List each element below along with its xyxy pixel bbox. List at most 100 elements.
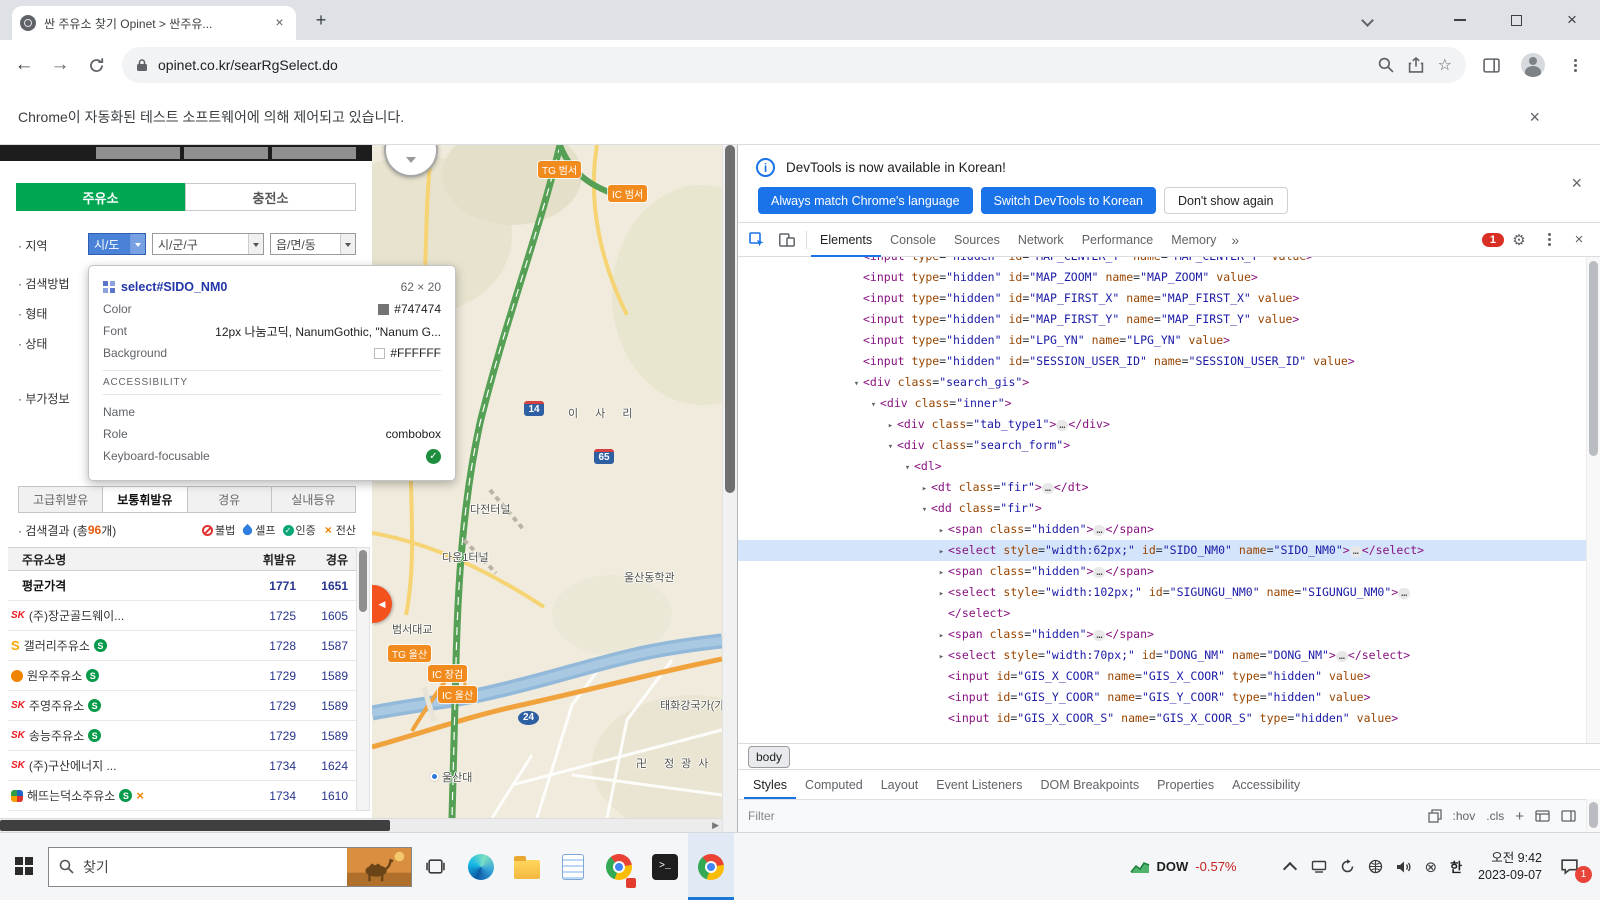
computed-panel-icon[interactable] (1535, 810, 1550, 822)
element-states-icon[interactable] (1427, 809, 1442, 823)
station-row[interactable]: SK (주)장군골드웨이... 1725 1605 (8, 601, 356, 631)
station-row[interactable]: SK 주영주유소 S 1729 1589 (8, 691, 356, 721)
dom-tree-line[interactable]: <input type="hidden" id="MAP_FIRST_Y" na… (738, 309, 1586, 330)
dom-tree-line[interactable]: ▾ <dd class="fir"> (738, 498, 1586, 519)
toggle-element-state-button[interactable]: :hov (1453, 809, 1476, 823)
infobar-close-icon[interactable]: × (1529, 107, 1540, 128)
styles-tab-accessibility[interactable]: Accessibility (1223, 770, 1309, 799)
bookmark-star-icon[interactable]: ☆ (1438, 55, 1452, 75)
dom-tree-line[interactable]: <input id="GIS_Y_COOR" name="GIS_Y_COOR"… (738, 687, 1586, 708)
window-close-button[interactable]: × (1544, 0, 1600, 40)
action-center-button[interactable]: 1 (1554, 858, 1592, 883)
devtools-scrollbar-thumb[interactable] (1589, 261, 1598, 456)
zoom-icon[interactable] (1378, 57, 1394, 73)
dom-tree-line[interactable]: ▸ <select style="width:62px;" id="SIDO_NM… (738, 540, 1586, 561)
dom-tree-line[interactable]: ▸ <select style="width:70px;" id="DONG_NM… (738, 645, 1586, 666)
more-tabs-icon[interactable]: » (1225, 232, 1245, 248)
volume-icon[interactable] (1396, 860, 1412, 874)
station-row[interactable]: SK (주)구산에너지 ... 1734 1624 (8, 751, 356, 781)
tab-charging-station[interactable]: 충전소 (185, 183, 356, 211)
sigungu-select[interactable]: 시/군/구 (152, 233, 264, 255)
dom-tree-line[interactable]: ▾ <div class="search_form"> (738, 435, 1586, 456)
new-style-rule-button[interactable]: + (1515, 808, 1524, 825)
dom-tree-line[interactable]: ▾ <div class="search_gis"> (738, 372, 1586, 393)
styles-scrollbar-thumb[interactable] (1589, 802, 1598, 828)
page-horizontal-scrollbar[interactable]: ▶ (0, 818, 722, 832)
dom-tree-line[interactable]: ▸ <span class="hidden">… </span> (738, 519, 1586, 540)
back-button[interactable]: ← (6, 47, 42, 83)
devtools-scrollbar[interactable] (1586, 257, 1600, 743)
network-icon[interactable] (1368, 859, 1383, 874)
dom-tree-line[interactable]: ▸ <select style="width:102px;" id="SIGUNG… (738, 582, 1586, 603)
sido-select[interactable]: 시/도 (88, 233, 146, 255)
dom-tree-line[interactable]: ▾ <dl> (738, 456, 1586, 477)
dom-tree-line[interactable]: ▸ <span class="hidden">… </span> (738, 561, 1586, 582)
site-menu-item[interactable] (272, 147, 356, 159)
terminal-button[interactable] (642, 833, 688, 900)
map[interactable]: TG 범서 IC 범서 14 이 사 리 65 다전터널 다운1터널 울산동학관 범서대교 TG … (372, 145, 722, 818)
dom-tree-line[interactable]: <input type="hidden" id="LPG_YN" name="L… (738, 330, 1586, 351)
issues-counter[interactable]: 1 (1481, 232, 1504, 247)
page-vertical-scrollbar[interactable] (722, 145, 737, 832)
inspect-element-icon[interactable] (742, 226, 772, 254)
address-bar[interactable]: opinet.co.kr/searRgSelect.do ☆ (122, 47, 1466, 83)
side-panel-icon[interactable] (1474, 48, 1508, 82)
site-menu-item[interactable] (96, 147, 180, 159)
search-highlight-image[interactable] (347, 847, 411, 886)
taskbar-search[interactable]: 찾기 (48, 846, 412, 887)
ime-indicator[interactable]: 한 (1450, 857, 1462, 876)
fuel-tab[interactable]: 보통휘발유 (103, 486, 188, 513)
dom-tree-line[interactable]: <input id="GIS_X_COOR_S" name="GIS_X_COO… (738, 708, 1586, 729)
dom-tree-line[interactable]: ▸ <span class="hidden">… </span> (738, 624, 1586, 645)
styles-tab-properties[interactable]: Properties (1148, 770, 1223, 799)
file-explorer-button[interactable] (504, 833, 550, 900)
chrome-button-active[interactable] (688, 833, 734, 900)
display-icon[interactable] (1311, 860, 1327, 873)
tab-gas-station[interactable]: 주유소 (16, 183, 185, 211)
notice-close-icon[interactable]: × (1571, 173, 1582, 194)
notepad-button[interactable] (550, 833, 596, 900)
table-scrollbar[interactable] (356, 547, 370, 811)
fuel-tab[interactable]: 실내등유 (271, 486, 356, 513)
breadcrumb-body[interactable]: body (748, 745, 791, 768)
fuel-tab[interactable]: 경유 (187, 486, 272, 513)
edge-button[interactable] (458, 833, 504, 900)
station-row[interactable]: S 갤러리주유소 S 1728 1587 (8, 631, 356, 661)
element-classes-button[interactable]: .cls (1486, 809, 1504, 823)
dom-tree-line[interactable]: <input type="hidden" id="MAP_ZOOM" name=… (738, 267, 1586, 288)
sidebar-toggle-icon[interactable] (1561, 810, 1576, 822)
tab-close-icon[interactable]: × (271, 14, 288, 32)
switch-devtools-korean-button[interactable]: Switch DevTools to Korean (980, 187, 1156, 214)
dom-tree-line[interactable]: <input id="GIS_X_COOR" name="GIS_X_COOR"… (738, 666, 1586, 687)
dom-tree-line[interactable]: ▾ <div class="inner"> (738, 393, 1586, 414)
forward-button[interactable]: → (42, 47, 78, 83)
fuel-tab[interactable]: 고급휘발유 (18, 486, 104, 513)
tray-expand-chevron-icon[interactable] (1282, 861, 1297, 876)
dom-tree-line[interactable]: <input type="hidden" id="MAP_FIRST_X" na… (738, 288, 1586, 309)
site-menu-item[interactable] (184, 147, 268, 159)
hscroll-thumb[interactable] (0, 820, 390, 831)
browser-tab[interactable]: 싼 주유소 찾기 Opinet > 싼주유... × (12, 6, 296, 40)
eject-icon[interactable]: ⊗ (1425, 858, 1438, 876)
dom-tree-line[interactable]: </select> (738, 603, 1586, 624)
table-scrollbar-thumb[interactable] (359, 550, 367, 612)
browser-menu-kebab-icon[interactable] (1558, 48, 1592, 82)
settings-gear-icon[interactable]: ⚙ (1504, 226, 1534, 254)
dom-tree-line[interactable]: <input type="hidden" id="MAP_CENTER_Y" n… (738, 257, 1586, 267)
styles-tab-layout[interactable]: Layout (872, 770, 928, 799)
taskbar-clock[interactable]: 오전 9:42 2023-09-07 (1478, 850, 1542, 884)
styles-tab-dom-breakpoints[interactable]: DOM Breakpoints (1031, 770, 1148, 799)
devtools-tab-memory[interactable]: Memory (1162, 223, 1225, 257)
share-icon[interactable] (1408, 57, 1424, 73)
sync-icon[interactable] (1340, 859, 1355, 874)
dong-select[interactable]: 읍/면/동 (270, 233, 356, 255)
dom-tree-line[interactable]: ▸ <dt class="fir">… </dt> (738, 477, 1586, 498)
styles-filter-input[interactable] (748, 809, 1418, 823)
styles-tab-event-listeners[interactable]: Event Listeners (927, 770, 1031, 799)
dom-tree-line[interactable]: ▸ <div class="tab_type1">… </div> (738, 414, 1586, 435)
maximize-button[interactable] (1488, 0, 1544, 40)
chrome-profile-button[interactable] (596, 833, 642, 900)
new-tab-button[interactable]: + (308, 9, 334, 35)
devtools-tab-performance[interactable]: Performance (1073, 223, 1163, 257)
devtools-tab-network[interactable]: Network (1009, 223, 1073, 257)
